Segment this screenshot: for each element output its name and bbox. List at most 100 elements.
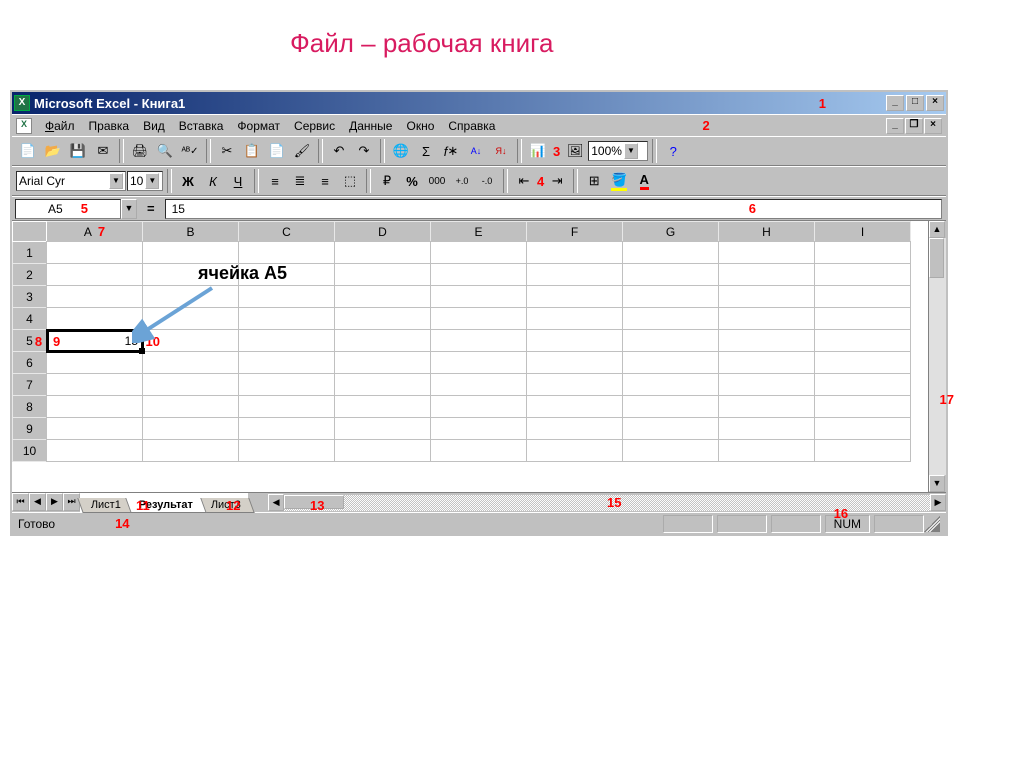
undo-icon[interactable]: ↶	[327, 139, 351, 163]
close-button[interactable]: ×	[926, 95, 944, 111]
col-header-A[interactable]: A 7	[47, 222, 143, 242]
sort-asc-icon[interactable]: А↓	[464, 139, 488, 163]
resize-grip-icon[interactable]	[924, 516, 940, 532]
cut-icon[interactable]: ✂	[215, 139, 239, 163]
font-name-combo[interactable]: Arial Cyr▼	[16, 171, 126, 191]
doc-minimize-button[interactable]: _	[886, 118, 904, 134]
new-icon[interactable]: 📄	[16, 139, 40, 163]
print-preview-icon[interactable]: 🔍	[153, 139, 177, 163]
row-header-4[interactable]: 4	[13, 308, 47, 330]
increase-indent-icon[interactable]: ⇥	[545, 169, 569, 193]
fill-color-icon[interactable]: 🪣	[607, 169, 631, 193]
col-header-H[interactable]: H	[719, 222, 815, 242]
vertical-scrollbar[interactable]: ▲ ▼	[928, 221, 946, 492]
row-header-1[interactable]: 1	[13, 242, 47, 264]
col-header-I[interactable]: I	[815, 222, 911, 242]
font-color-icon[interactable]: А	[632, 169, 656, 193]
col-header-C[interactable]: C	[239, 222, 335, 242]
decrease-indent-icon[interactable]: ⇤	[512, 169, 536, 193]
paste-icon[interactable]: 📄	[265, 139, 289, 163]
col-header-D[interactable]: D	[335, 222, 431, 242]
mail-icon[interactable]: ✉	[91, 139, 115, 163]
size-dropdown-icon[interactable]: ▼	[145, 173, 159, 189]
tab-result[interactable]: Результат	[125, 498, 206, 513]
col-header-E[interactable]: E	[431, 222, 527, 242]
increase-decimal-icon[interactable]: +.0	[450, 169, 474, 193]
print-icon[interactable]: 🖨	[128, 139, 152, 163]
cell-A1[interactable]	[47, 242, 143, 264]
formula-input[interactable]	[165, 199, 942, 219]
scroll-left-icon[interactable]: ◀	[268, 494, 284, 511]
scroll-down-icon[interactable]: ▼	[929, 475, 945, 492]
percent-icon[interactable]: %	[400, 169, 424, 193]
function-icon[interactable]: f∗	[439, 139, 463, 163]
zoom-dropdown-icon[interactable]: ▼	[624, 143, 638, 159]
font-dropdown-icon[interactable]: ▼	[109, 173, 123, 189]
row-header-3[interactable]: 3	[13, 286, 47, 308]
comma-icon[interactable]: 000	[425, 169, 449, 193]
hscroll-thumb[interactable]	[284, 495, 344, 509]
hscroll-track[interactable]: 15	[284, 495, 930, 511]
help-icon[interactable]: ?	[661, 139, 685, 163]
name-box-dropdown-icon[interactable]: ▼	[121, 199, 137, 219]
fill-handle[interactable]	[139, 348, 145, 354]
copy-icon[interactable]: 📋	[240, 139, 264, 163]
open-icon[interactable]: 📂	[41, 139, 65, 163]
borders-icon[interactable]: ⊞	[582, 169, 606, 193]
drawing-icon[interactable]: 🖼	[563, 139, 587, 163]
vscroll-thumb[interactable]	[929, 238, 944, 278]
menu-window[interactable]: Окно	[399, 117, 441, 135]
horizontal-scrollbar[interactable]: ◀ 15 ▶	[268, 493, 946, 512]
cell-A5[interactable]: 9 15 10	[47, 330, 143, 352]
bold-icon[interactable]: Ж	[176, 169, 200, 193]
col-header-G[interactable]: G	[623, 222, 719, 242]
vscroll-track[interactable]	[929, 238, 946, 475]
sort-desc-icon[interactable]: Я↓	[489, 139, 513, 163]
menu-data[interactable]: Данные	[342, 117, 399, 135]
select-all-corner[interactable]	[13, 222, 47, 242]
tab-first-icon[interactable]: ⏮	[12, 493, 29, 511]
col-header-B[interactable]: B	[143, 222, 239, 242]
merge-center-icon[interactable]: ⬚	[338, 169, 362, 193]
doc-restore-button[interactable]: ❐	[905, 118, 923, 134]
hyperlink-icon[interactable]: 🌐	[389, 139, 413, 163]
col-header-F[interactable]: F	[527, 222, 623, 242]
underline-icon[interactable]: Ч	[226, 169, 250, 193]
format-painter-icon[interactable]: 🖌	[290, 139, 314, 163]
menu-tools[interactable]: Сервис	[287, 117, 342, 135]
row-header-7[interactable]: 7	[13, 374, 47, 396]
menu-view[interactable]: Вид	[136, 117, 172, 135]
tab-last-icon[interactable]: ⏭	[63, 493, 80, 511]
redo-icon[interactable]: ↷	[352, 139, 376, 163]
chart-wizard-icon[interactable]: 📊	[526, 139, 550, 163]
currency-icon[interactable]: ₽	[375, 169, 399, 193]
row-header-2[interactable]: 2	[13, 264, 47, 286]
scroll-right-icon[interactable]: ▶	[930, 494, 946, 511]
menu-format[interactable]: Формат	[230, 117, 287, 135]
menu-edit[interactable]: Правка	[82, 117, 137, 135]
row-header-9[interactable]: 9	[13, 418, 47, 440]
zoom-combo[interactable]: 100%▼	[588, 141, 648, 161]
row-header-5[interactable]: 58	[13, 330, 47, 352]
italic-icon[interactable]: К	[201, 169, 225, 193]
doc-close-button[interactable]: ×	[924, 118, 942, 134]
autosum-icon[interactable]: Σ	[414, 139, 438, 163]
minimize-button[interactable]: _	[886, 95, 904, 111]
menu-insert[interactable]: Вставка	[172, 117, 231, 135]
save-icon[interactable]: 💾	[66, 139, 90, 163]
maximize-button[interactable]: □	[906, 95, 924, 111]
row-header-6[interactable]: 6	[13, 352, 47, 374]
row-header-10[interactable]: 10	[13, 440, 47, 462]
spellcheck-icon[interactable]: ᴬᴮ✓	[178, 139, 202, 163]
align-left-icon[interactable]: ≡	[263, 169, 287, 193]
align-right-icon[interactable]: ≡	[313, 169, 337, 193]
align-center-icon[interactable]: ≣	[288, 169, 312, 193]
tab-prev-icon[interactable]: ◀	[29, 493, 46, 511]
row-header-8[interactable]: 8	[13, 396, 47, 418]
font-size-combo[interactable]: 10▼	[127, 171, 163, 191]
name-box[interactable]: A5 5	[15, 199, 121, 219]
menu-help[interactable]: Справка	[441, 117, 502, 135]
scroll-up-icon[interactable]: ▲	[929, 221, 945, 238]
decrease-decimal-icon[interactable]: -.0	[475, 169, 499, 193]
tab-next-icon[interactable]: ▶	[46, 493, 63, 511]
